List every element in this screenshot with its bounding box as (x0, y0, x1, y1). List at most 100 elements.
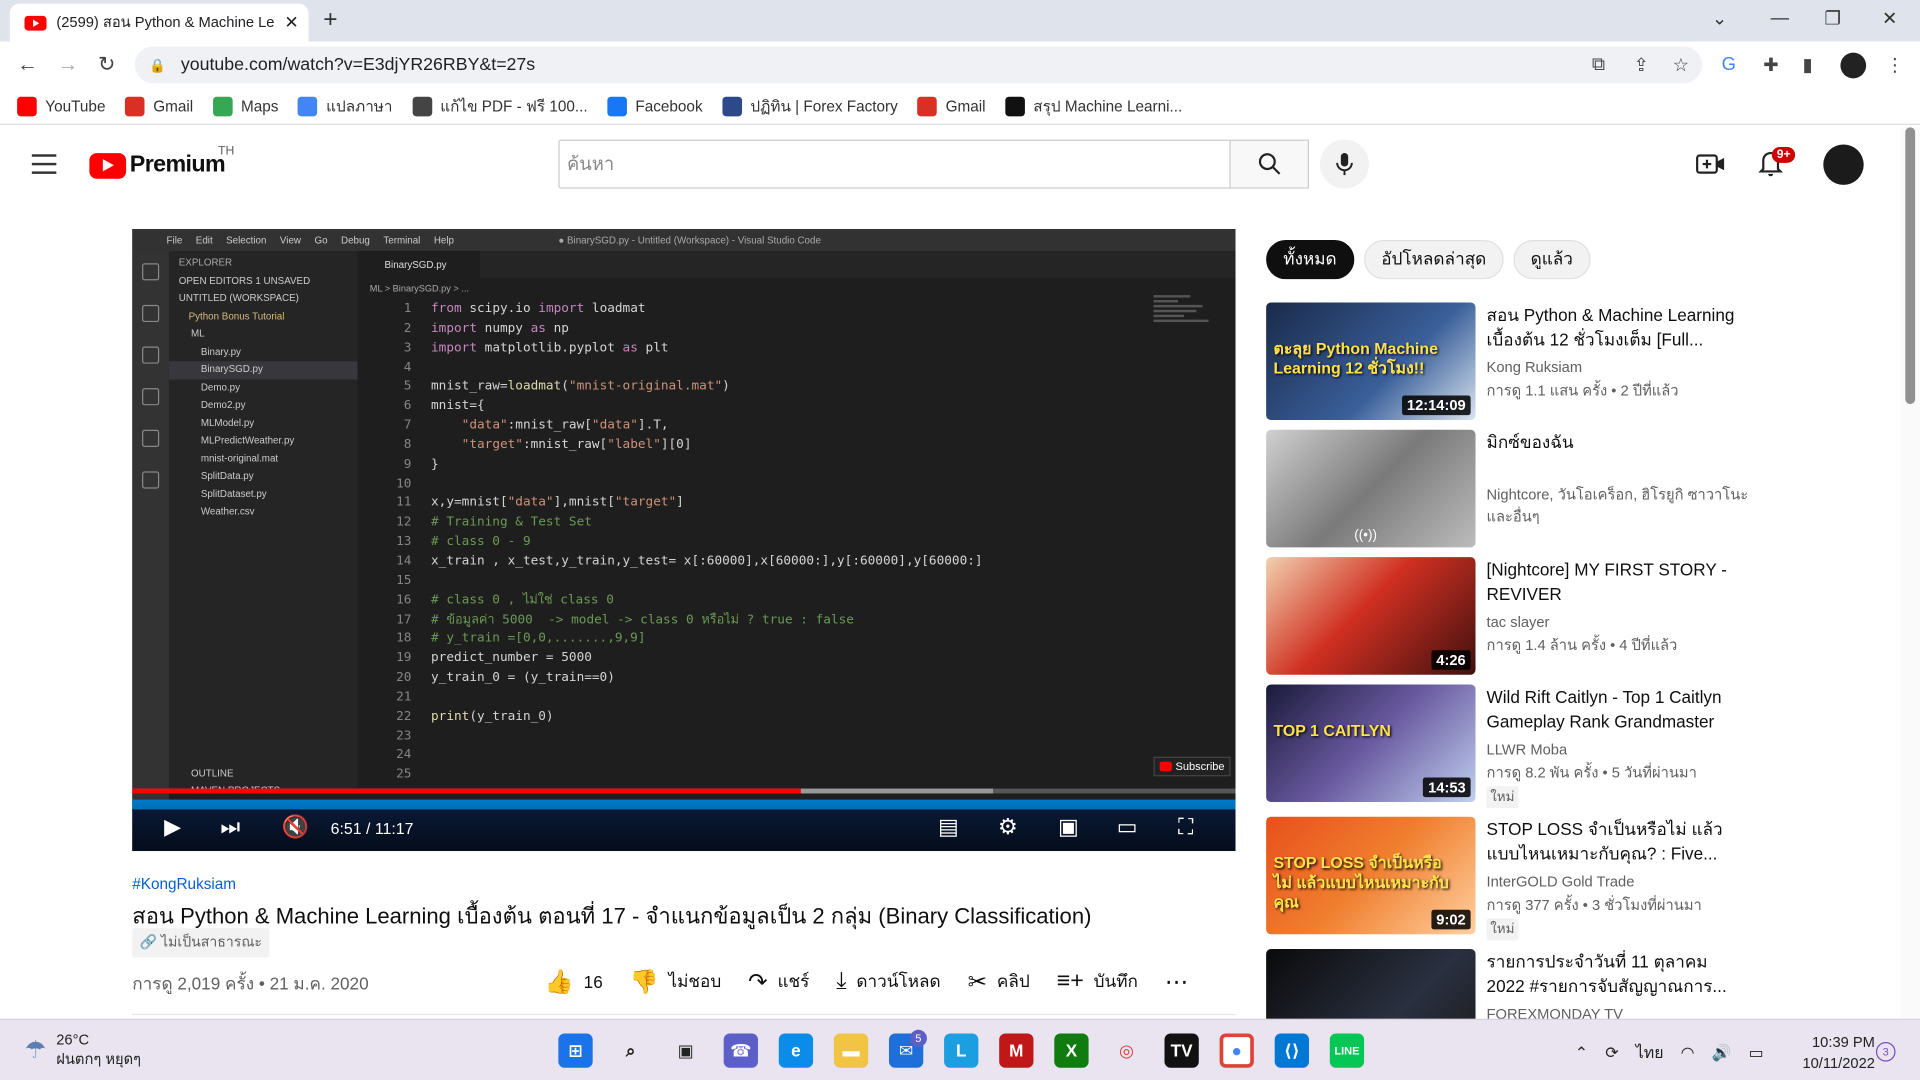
page-scrollbar[interactable] (1900, 127, 1920, 1019)
clip-button[interactable]: ✂ คลิป (968, 968, 1030, 996)
new-tab-button[interactable]: + (323, 6, 337, 34)
save-button[interactable]: ≡+ บันทึก (1057, 969, 1138, 996)
start-windows-icon[interactable]: ⊞ (558, 1033, 593, 1068)
search-input[interactable]: ค้นหา (558, 139, 1231, 189)
create-video-icon[interactable] (1696, 152, 1725, 183)
account-avatar[interactable] (1823, 144, 1864, 185)
profile-avatar[interactable] (1840, 52, 1867, 79)
facebook-icon (607, 96, 627, 116)
menu-kebab-icon[interactable]: ⋮ (1886, 54, 1904, 76)
video-thumbnail[interactable]: TOP 1 CAITLYN 14:53 (1266, 684, 1476, 803)
weather-widget[interactable]: ☂ 26°C ฝนตกๆ หยุดๆ (24, 1030, 141, 1069)
video-hashtag[interactable]: #KongRuksiam (132, 876, 236, 893)
edge-icon[interactable]: e (778, 1033, 814, 1068)
tab-search-chevron-icon[interactable]: ⌄ (1712, 7, 1727, 30)
xbox-icon[interactable]: X (1054, 1033, 1089, 1068)
recommendation-item[interactable]: ((•)) มิกซ์ของฉัน Nightcore, วันโอเคร็อก, … (1266, 429, 1756, 548)
download-button[interactable]: ⤓ ดาวน์โหลด (836, 969, 940, 996)
bookmark-label: Gmail (153, 97, 194, 115)
reload-icon[interactable]: ↻ (98, 53, 115, 77)
vscode-icon[interactable]: ⟨⟩ (1274, 1033, 1309, 1068)
video-progress-bar[interactable] (132, 788, 1236, 794)
video-thumbnail[interactable]: 4:26 (1266, 557, 1476, 675)
search-taskbar-icon[interactable]: ⌕ (613, 1033, 647, 1067)
clock[interactable]: 10:39 PM 10/11/2022 (1802, 1032, 1874, 1074)
chevron-up-icon[interactable]: ⌃ (1575, 1043, 1588, 1063)
line-app-icon[interactable]: LINE (1329, 1033, 1365, 1068)
battery-icon[interactable]: ▭ (1749, 1043, 1764, 1063)
more-actions-button[interactable]: ⋯ (1165, 968, 1198, 996)
volume-icon[interactable]: 🔊 (1712, 1043, 1732, 1063)
next-icon[interactable]: ⏭ (220, 814, 240, 840)
chip-all[interactable]: ทั้งหมด (1266, 240, 1354, 280)
subscribe-watermark[interactable]: Subscribe (1153, 756, 1231, 777)
captions-icon[interactable]: ▤ (938, 814, 959, 840)
video-time: 6:51 / 11:17 (330, 819, 414, 838)
bookmark-item[interactable]: แปลภาษา (297, 94, 392, 118)
open-in-app-icon[interactable]: ⧉ (1592, 54, 1605, 75)
video-thumbnail[interactable]: STOP LOSS จำเป็นหรือไม่ แล้วแบบไหนเหมาะก… (1266, 816, 1476, 935)
close-window-button[interactable]: ✕ (1882, 7, 1897, 30)
minimize-button[interactable]: — (1771, 7, 1789, 28)
browser-tab-active[interactable]: (2599) สอน Python & Machine Le ✕ (9, 3, 309, 42)
notification-count[interactable]: 3 (1875, 1042, 1896, 1062)
fullscreen-icon[interactable]: ⛶ (1178, 814, 1193, 840)
task-view-icon[interactable]: ▣ (669, 1033, 703, 1067)
tradingview-icon[interactable]: TV (1164, 1033, 1199, 1068)
share-icon[interactable]: ⇪ (1633, 54, 1648, 76)
menu-hamburger-icon[interactable] (31, 154, 57, 180)
mute-icon[interactable]: 🔇 (282, 814, 309, 840)
voice-search-button[interactable] (1320, 139, 1369, 189)
sync-icon[interactable]: ⟳ (1605, 1043, 1618, 1063)
lock-icon[interactable]: 🔒 (149, 57, 166, 73)
search-button[interactable] (1229, 139, 1309, 189)
recommendation-item[interactable]: TOP 1 CAITLYN 14:53 Wild Rift Caitlyn - To… (1266, 684, 1756, 809)
video-player[interactable]: File Edit Selection View Go Debug Terminal Help… (132, 228, 1236, 852)
bookmark-item[interactable]: Facebook (607, 96, 703, 116)
dislike-button[interactable]: 👎 ไม่ชอบ (630, 967, 722, 996)
recommendation-item[interactable]: STOP LOSS จำเป็นหรือไม่ แล้วแบบไหนเหมาะก… (1266, 816, 1756, 941)
extensions-puzzle-icon[interactable]: ✚ (1763, 54, 1778, 76)
chip-recent-uploads[interactable]: อัปโหลดล่าสุด (1364, 240, 1504, 280)
chip-watched[interactable]: ดูแล้ว (1513, 240, 1591, 280)
bookmark-item[interactable]: Gmail (917, 96, 986, 116)
video-thumbnail[interactable]: ตะลุย Python Machine Learning 12 ชั่วโมง… (1266, 302, 1476, 421)
opera-icon[interactable]: ◎ (1109, 1033, 1143, 1067)
mcafee-icon[interactable]: M (999, 1033, 1034, 1068)
l-app-icon[interactable]: L (944, 1033, 979, 1068)
bookmark-item[interactable]: แก้ไข PDF - ฟรี 100... (412, 94, 588, 118)
theater-mode-icon[interactable]: ▭ (1117, 814, 1138, 840)
code-line: 18 # y_train =[0,0,.......,9,9] (396, 631, 646, 646)
maximize-button[interactable]: ❐ (1825, 7, 1841, 30)
recommendation-item[interactable]: ตะลุย Python Machine Learning 12 ชั่วโมง… (1266, 302, 1756, 421)
file-explorer-icon[interactable]: ▬ (833, 1033, 869, 1068)
settings-gear-icon[interactable]: ⚙ (998, 814, 1018, 840)
language-indicator[interactable]: ไทย (1636, 1040, 1664, 1066)
bookmark-star-icon[interactable]: ☆ (1673, 54, 1689, 76)
miniplayer-icon[interactable]: ▣ (1058, 814, 1079, 840)
close-tab-icon[interactable]: ✕ (284, 12, 298, 33)
forward-icon[interactable]: → (58, 53, 79, 77)
translate-extension-icon[interactable]: G (1722, 54, 1736, 75)
bookmark-item[interactable]: YouTube (17, 96, 105, 116)
address-bar[interactable]: 🔒 youtube.com/watch?v=E3djYR26RBY&t=27s (134, 46, 1703, 84)
scrollbar-thumb[interactable] (1905, 127, 1916, 405)
back-icon[interactable]: ← (17, 53, 38, 77)
video-thumbnail[interactable]: ((•)) (1266, 429, 1476, 548)
bookmark-item[interactable]: ปฏิทิน | Forex Factory (722, 94, 898, 118)
youtube-premium-logo[interactable]: Premium TH (89, 144, 234, 179)
code-line: 25 (396, 766, 412, 782)
recommendation-item[interactable]: 4:26 [Nightcore] MY FIRST STORY - REVIVER… (1266, 557, 1756, 675)
bookmark-item[interactable]: สรุป Machine Learni... (1005, 94, 1182, 118)
explorer-row: UNTITLED (WORKSPACE) (178, 292, 299, 304)
side-panel-icon[interactable]: ▮ (1802, 54, 1812, 76)
play-icon[interactable]: ▶ (164, 814, 181, 840)
bookmark-item[interactable]: Maps (212, 96, 278, 116)
teams-chat-icon[interactable]: ☎ (723, 1033, 758, 1068)
windows-taskbar: ☂ 26°C ฝนตกๆ หยุดๆ ⊞ ⌕ ▣ ☎ e ▬ ✉ 5 L M X … (0, 1018, 1920, 1080)
share-button[interactable]: ↷ แชร์ (748, 968, 809, 996)
bookmark-item[interactable]: Gmail (125, 96, 193, 116)
wifi-icon[interactable]: ◠ (1681, 1043, 1695, 1063)
chrome-icon[interactable]: ● (1219, 1033, 1254, 1068)
like-button[interactable]: 👍 16 (545, 967, 603, 996)
